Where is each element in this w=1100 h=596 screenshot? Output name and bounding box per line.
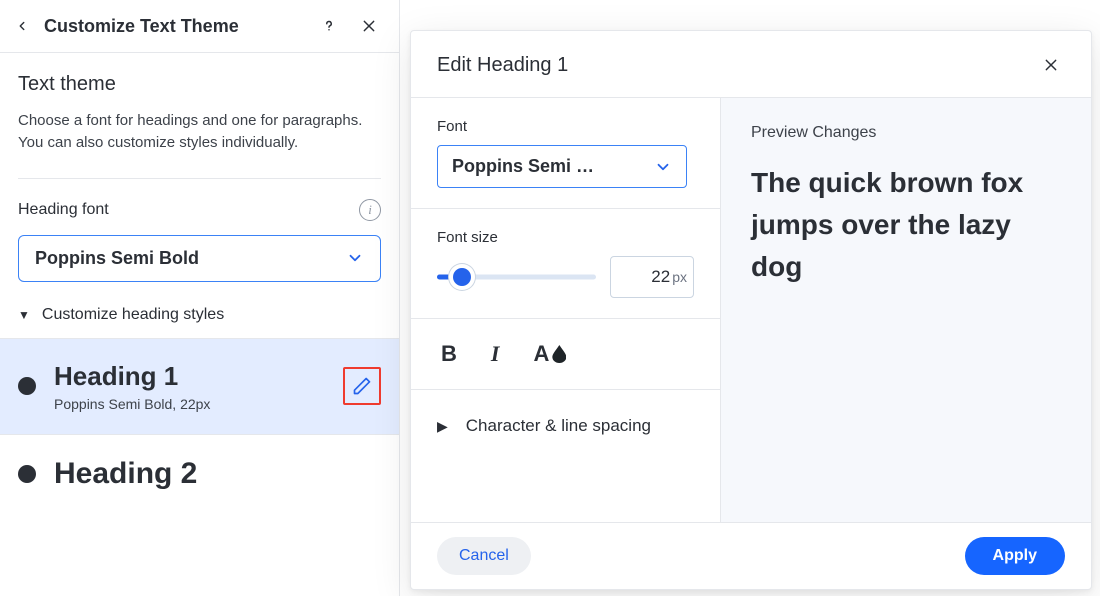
font-label: Font [437,118,694,135]
chevron-down-icon [654,158,672,176]
character-line-spacing-toggle[interactable]: ▶ Character & line spacing [411,390,720,462]
back-button[interactable] [12,12,32,40]
font-size-label: Font size [437,229,694,246]
close-modal-button[interactable] [1037,51,1065,79]
bullet-icon [18,377,36,395]
panel-title: Customize Text Theme [44,16,303,37]
heading-item-h2[interactable]: Heading 2 [0,434,399,513]
heading-item-h1[interactable]: Heading 1 Poppins Semi Bold, 22px [0,338,399,434]
apply-button[interactable]: Apply [965,537,1065,575]
panel-body: Text theme Choose a font for headings an… [0,53,399,513]
edit-heading-button[interactable] [343,367,381,405]
heading-font-value: Poppins Semi Bold [35,248,199,269]
customize-heading-styles-label: Customize heading styles [42,306,224,324]
divider [18,178,381,179]
font-select[interactable]: Poppins Semi … [437,145,687,188]
heading-item-title: Heading 1 [54,361,325,392]
font-select-value: Poppins Semi … [452,156,594,177]
close-panel-button[interactable] [355,12,383,40]
modal-header: Edit Heading 1 [411,31,1091,98]
triangle-right-icon: ▶ [437,418,448,435]
section-helper: Choose a font for headings and one for p… [18,110,381,154]
modal-title: Edit Heading 1 [437,54,568,77]
text-theme-panel: Customize Text Theme Text theme Choose a… [0,0,400,596]
panel-header: Customize Text Theme [0,0,399,53]
help-button[interactable] [315,12,343,40]
preview-label: Preview Changes [751,124,1061,142]
font-size-slider[interactable] [437,263,596,291]
chevron-down-icon [346,249,364,267]
section-title: Text theme [18,73,381,96]
customize-heading-styles-toggle[interactable]: ▼ Customize heading styles [18,306,381,338]
edit-heading-modal: Edit Heading 1 Font Poppins Semi … Font … [410,30,1092,590]
heading-font-select[interactable]: Poppins Semi Bold [18,235,381,282]
info-icon[interactable]: i [359,199,381,221]
triangle-down-icon: ▼ [18,308,30,322]
modal-controls: Font Poppins Semi … Font size [411,98,721,522]
bold-button[interactable]: B [441,341,457,367]
heading-item-subtitle: Poppins Semi Bold, 22px [54,396,325,412]
slider-knob[interactable] [453,268,471,286]
text-style-section: B I A [411,319,720,390]
heading-style-list: Heading 1 Poppins Semi Bold, 22px Headin… [0,338,399,513]
italic-button[interactable]: I [491,341,500,367]
heading-item-title: Heading 2 [54,457,381,491]
cancel-button[interactable]: Cancel [437,537,531,575]
font-size-unit: px [672,269,687,285]
heading-font-label: Heading font [18,201,109,219]
font-section: Font Poppins Semi … [411,98,720,209]
heading-font-row: Heading font i [18,199,381,221]
modal-footer: Cancel Apply [411,522,1091,589]
drop-icon [552,345,566,363]
font-size-input[interactable]: 22px [610,256,694,298]
character-line-spacing-label: Character & line spacing [466,416,651,436]
preview-pane: Preview Changes The quick brown fox jump… [721,98,1091,522]
preview-text: The quick brown fox jumps over the lazy … [751,162,1061,288]
text-color-button[interactable]: A [533,341,566,367]
font-size-section: Font size 22px [411,209,720,319]
bullet-icon [18,465,36,483]
pencil-icon [352,376,372,396]
font-size-value: 22 [651,267,670,286]
